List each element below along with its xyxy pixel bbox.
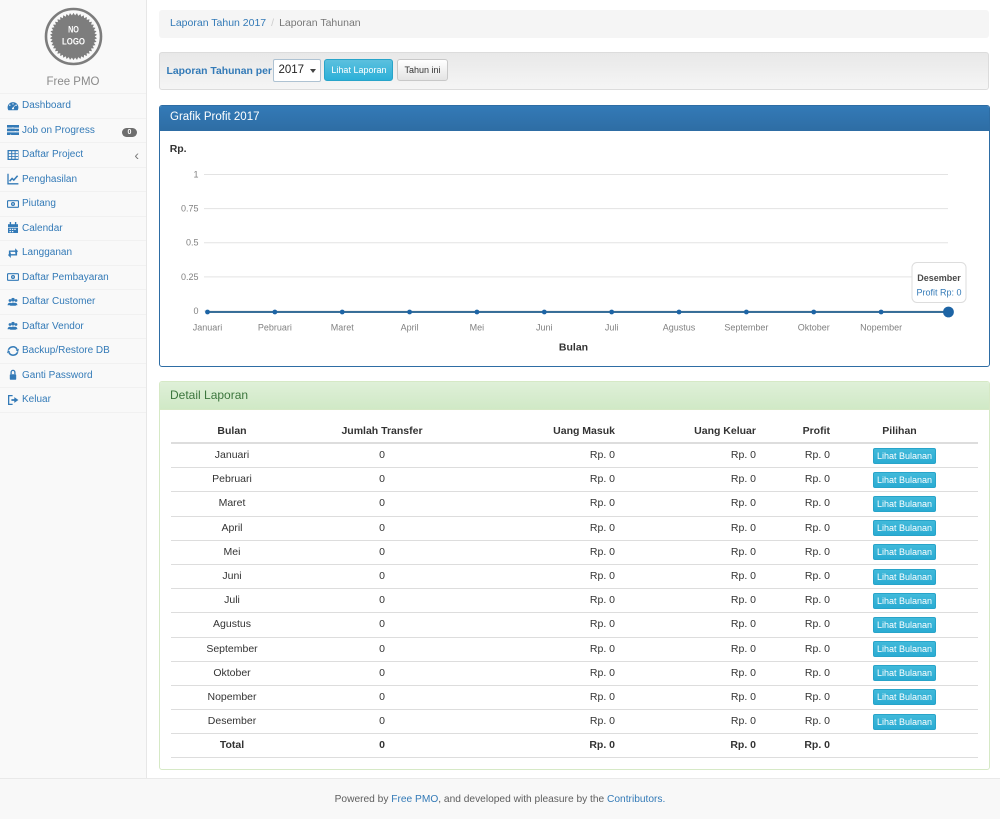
svg-text:LOGO: LOGO [62,36,85,46]
svg-text:Rp.: Rp. [170,143,187,155]
svg-text:Juli: Juli [605,323,619,333]
svg-text:April: April [401,323,419,333]
svg-text:0.75: 0.75 [181,204,199,214]
svg-text:Desember: Desember [917,273,961,283]
svg-text:Juni: Juni [536,323,553,333]
svg-text:Mei: Mei [470,323,485,333]
svg-text:Januari: Januari [193,323,223,333]
svg-text:1: 1 [193,170,198,180]
svg-text:0: 0 [193,306,198,316]
svg-text:Agustus: Agustus [663,323,696,333]
svg-text:NO: NO [68,24,79,34]
svg-text:Maret: Maret [331,323,355,333]
svg-text:Oktober: Oktober [798,323,830,333]
svg-text:0.5: 0.5 [186,238,199,248]
svg-text:Bulan: Bulan [559,342,588,354]
svg-text:September: September [724,323,768,333]
svg-text:Profit Rp: 0: Profit Rp: 0 [916,288,961,298]
svg-text:Nopember: Nopember [860,323,902,333]
svg-text:Pebruari: Pebruari [258,323,292,333]
svg-text:0.25: 0.25 [181,272,199,282]
